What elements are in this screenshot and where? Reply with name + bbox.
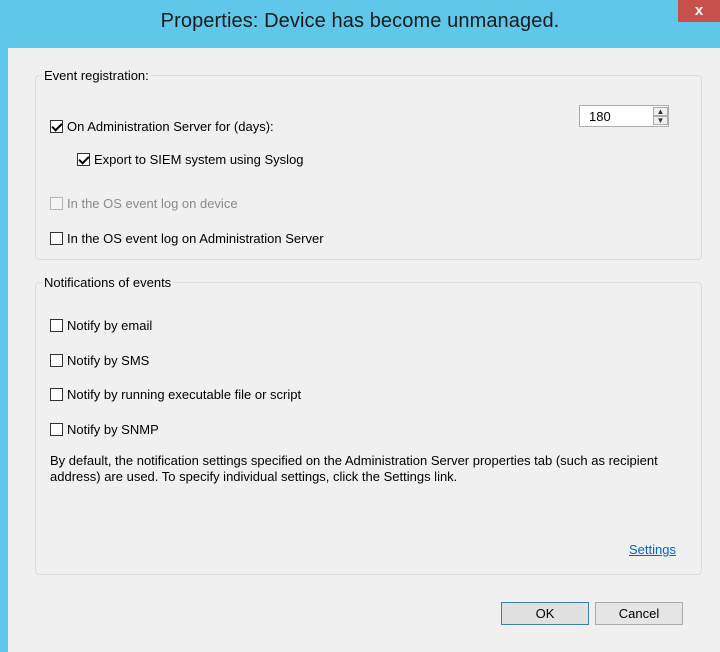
admin-server-label: On Administration Server for (days):: [67, 119, 274, 134]
days-spinbox[interactable]: 180 ▲ ▼: [579, 105, 669, 127]
notify-sms-label: Notify by SMS: [67, 353, 150, 368]
event-registration-legend: Event registration:: [44, 68, 149, 83]
properties-dialog: Properties: Device has become unmanaged.…: [0, 0, 720, 652]
os-log-admin-option[interactable]: In the OS event log on Administration Se…: [50, 231, 324, 246]
close-icon: x: [694, 2, 704, 19]
notify-email-checkbox[interactable]: [50, 319, 63, 332]
notify-snmp-label: Notify by SNMP: [67, 422, 159, 437]
chevron-up-icon: ▲: [656, 107, 665, 116]
notify-snmp-option[interactable]: Notify by SNMP: [50, 422, 159, 437]
notify-executable-checkbox[interactable]: [50, 388, 63, 401]
os-log-admin-checkbox[interactable]: [50, 232, 63, 245]
dialog-body: Event registration: On Administration Se…: [8, 48, 720, 652]
notifications-description: By default, the notification settings sp…: [50, 453, 658, 484]
days-value: 180: [589, 109, 611, 124]
os-log-admin-label: In the OS event log on Administration Se…: [67, 231, 324, 246]
notify-executable-option[interactable]: Notify by running executable file or scr…: [50, 387, 301, 402]
spin-down-button[interactable]: ▼: [653, 116, 668, 125]
export-siem-option[interactable]: Export to SIEM system using Syslog: [77, 152, 304, 167]
notify-email-label: Notify by email: [67, 318, 153, 333]
chevron-down-icon: ▼: [656, 116, 665, 125]
os-log-device-option: In the OS event log on device: [50, 196, 238, 211]
os-log-device-checkbox: [50, 197, 63, 210]
notify-email-option[interactable]: Notify by email: [50, 318, 152, 333]
notify-snmp-checkbox[interactable]: [50, 423, 63, 436]
export-siem-checkbox[interactable]: [77, 153, 90, 166]
admin-server-option[interactable]: On Administration Server for (days):: [50, 119, 274, 134]
spin-up-button[interactable]: ▲: [653, 107, 668, 116]
settings-link[interactable]: Settings: [629, 542, 676, 557]
notify-executable-label: Notify by running executable file or scr…: [67, 387, 302, 402]
title-bar[interactable]: Properties: Device has become unmanaged.…: [0, 0, 720, 48]
notifications-legend: Notifications of events: [44, 275, 172, 290]
notify-sms-option[interactable]: Notify by SMS: [50, 353, 149, 368]
export-siem-label: Export to SIEM system using Syslog: [94, 152, 304, 167]
admin-server-checkbox[interactable]: [50, 120, 63, 133]
cancel-button[interactable]: Cancel: [595, 602, 683, 625]
notify-sms-checkbox[interactable]: [50, 354, 63, 367]
dialog-title: Properties: Device has become unmanaged.: [160, 10, 560, 32]
os-log-device-label: In the OS event log on device: [67, 196, 238, 211]
close-button[interactable]: x: [678, 0, 720, 22]
ok-button[interactable]: OK: [501, 602, 589, 625]
